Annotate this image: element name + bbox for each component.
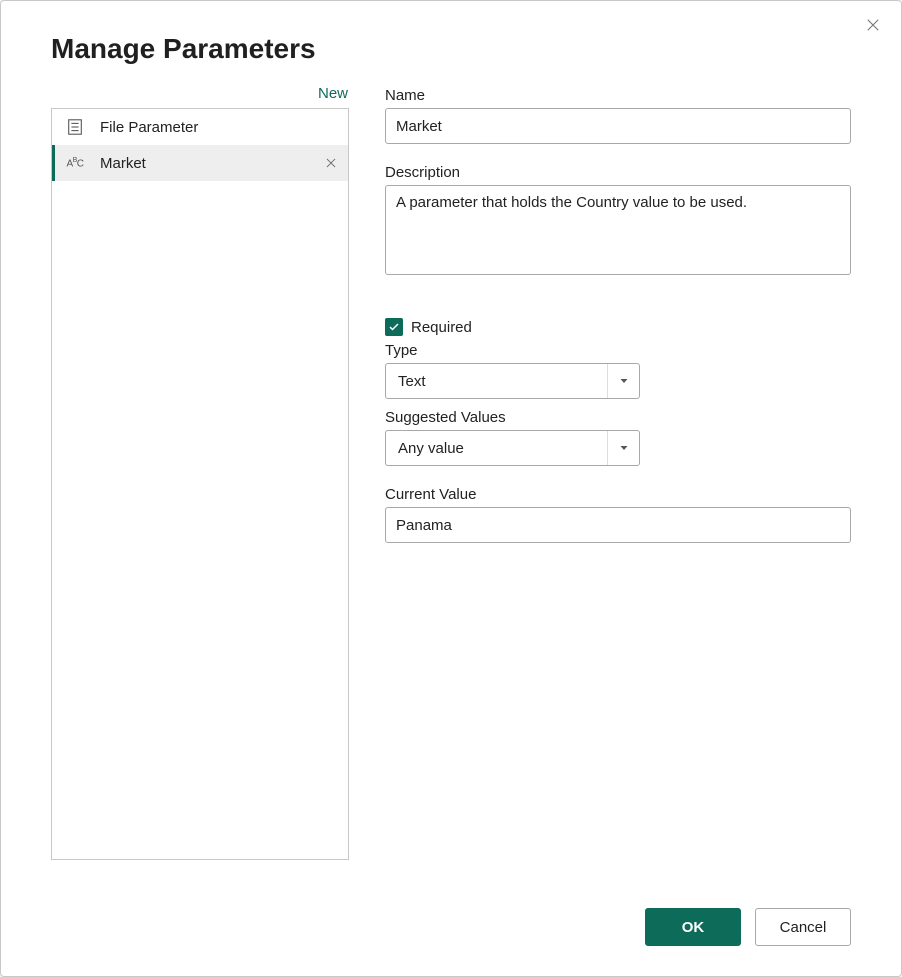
suggested-values-select-value: Any value	[385, 430, 640, 466]
required-label: Required	[411, 319, 472, 336]
name-field-group: Name	[385, 87, 851, 144]
description-label: Description	[385, 164, 851, 181]
suggested-values-label: Suggested Values	[385, 409, 851, 426]
suggested-values-field-group: Suggested Values Any value	[385, 409, 851, 466]
parameter-list: File Parameter ABC Market	[51, 108, 349, 860]
parameter-item-file-parameter[interactable]: File Parameter	[52, 109, 348, 145]
type-label: Type	[385, 342, 851, 359]
type-field-group: Type Text	[385, 342, 851, 399]
name-input[interactable]	[385, 108, 851, 144]
description-input[interactable]	[385, 185, 851, 275]
text-type-icon: ABC	[64, 152, 86, 174]
name-label: Name	[385, 87, 851, 104]
type-select-value: Text	[385, 363, 640, 399]
dialog-body: New File Parameter ABC	[1, 73, 901, 890]
parameter-list-pane: New File Parameter ABC	[51, 85, 349, 890]
description-field-group: Description	[385, 164, 851, 280]
manage-parameters-dialog: Manage Parameters New File Parameter	[0, 0, 902, 977]
dialog-title: Manage Parameters	[51, 33, 851, 65]
ok-button[interactable]: OK	[645, 908, 741, 946]
current-value-input[interactable]	[385, 507, 851, 543]
close-icon[interactable]	[861, 13, 885, 37]
required-checkbox-row: Required	[385, 318, 851, 336]
cancel-button[interactable]: Cancel	[755, 908, 851, 946]
parameter-form: Name Description Required Type Text	[385, 85, 851, 890]
required-checkbox[interactable]	[385, 318, 403, 336]
new-parameter-link[interactable]: New	[318, 85, 349, 102]
suggested-values-select[interactable]: Any value	[385, 430, 640, 466]
current-value-label: Current Value	[385, 486, 851, 503]
parameter-item-market[interactable]: ABC Market	[52, 145, 348, 181]
type-select[interactable]: Text	[385, 363, 640, 399]
delete-parameter-icon[interactable]	[322, 154, 340, 172]
parameter-item-label: Market	[100, 155, 146, 172]
parameter-item-label: File Parameter	[100, 119, 198, 136]
document-icon	[64, 116, 86, 138]
dialog-header: Manage Parameters	[1, 1, 901, 73]
current-value-field-group: Current Value	[385, 486, 851, 543]
dialog-footer: OK Cancel	[1, 890, 901, 976]
